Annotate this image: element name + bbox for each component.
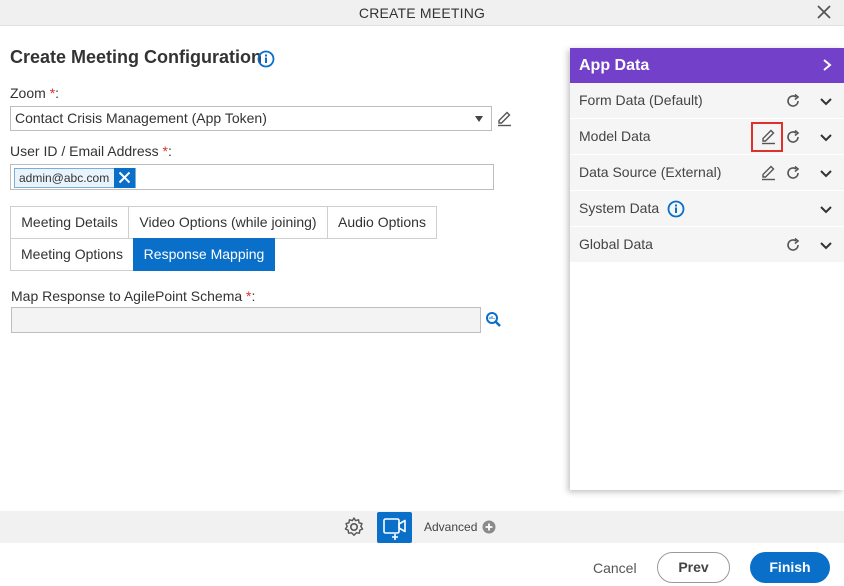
dialog-titlebar: CREATE MEETING — [0, 0, 844, 26]
footer-toolbar — [0, 511, 844, 543]
chip-remove-button[interactable] — [114, 168, 136, 188]
search-icon[interactable] — [485, 311, 502, 328]
edit-icon[interactable] — [760, 164, 777, 181]
row-label: Model Data — [579, 128, 651, 144]
chevron-down-icon[interactable] — [819, 203, 833, 217]
zoom-label: Zoom *: — [10, 85, 60, 101]
tab-video-options[interactable]: Video Options (while joining) — [128, 206, 328, 239]
app-data-row-system-data[interactable]: System Data — [570, 191, 844, 227]
info-icon[interactable] — [257, 50, 275, 68]
map-response-input[interactable] — [11, 307, 481, 333]
plus-circle-icon[interactable] — [482, 520, 496, 534]
page-title: Create Meeting Configuration — [10, 47, 263, 67]
chevron-down-icon[interactable] — [819, 239, 833, 253]
chevron-down-icon[interactable] — [819, 131, 833, 145]
edit-icon[interactable] — [760, 128, 777, 145]
advanced-label[interactable]: Advanced — [424, 520, 477, 534]
app-data-row-global-data[interactable]: Global Data — [570, 227, 844, 263]
user-chip: admin@abc.com — [14, 168, 137, 188]
user-id-input[interactable]: admin@abc.com — [10, 164, 494, 190]
row-label: Data Source (External) — [579, 164, 722, 180]
chevron-down-icon[interactable] — [819, 167, 833, 181]
create-meeting-button[interactable] — [377, 512, 412, 543]
refresh-icon[interactable] — [785, 237, 801, 253]
gear-icon[interactable] — [343, 516, 365, 538]
dialog-title: CREATE MEETING — [358, 5, 486, 21]
chevron-down-icon — [475, 116, 483, 122]
app-data-row-model-data[interactable]: Model Data — [570, 119, 844, 155]
finish-button[interactable]: Finish — [750, 552, 830, 583]
tab-meeting-options[interactable]: Meeting Options — [10, 238, 134, 271]
row-label: Form Data (Default) — [579, 92, 703, 108]
refresh-icon[interactable] — [785, 129, 801, 145]
app-data-row-form-data[interactable]: Form Data (Default) — [570, 83, 844, 119]
user-chip-label: admin@abc.com — [19, 171, 110, 185]
cancel-button[interactable]: Cancel — [593, 560, 637, 576]
app-data-panel: App Data Form Data (Default) Model Data — [570, 48, 844, 490]
chevron-down-icon[interactable] — [819, 95, 833, 109]
map-response-label: Map Response to AgilePoint Schema *: — [11, 288, 256, 304]
refresh-icon[interactable] — [785, 165, 801, 181]
row-label: System Data — [579, 200, 660, 216]
app-data-title: App Data — [579, 57, 650, 74]
zoom-select[interactable]: Contact Crisis Management (App Token) — [10, 106, 492, 131]
zoom-select-value: Contact Crisis Management (App Token) — [15, 110, 267, 126]
tab-response-mapping[interactable]: Response Mapping — [133, 238, 275, 271]
app-data-header[interactable]: App Data — [570, 48, 844, 83]
close-icon — [119, 171, 131, 184]
tab-audio-options[interactable]: Audio Options — [327, 206, 437, 239]
info-icon[interactable] — [667, 200, 685, 218]
edit-icon[interactable] — [496, 110, 513, 127]
row-label: Global Data — [579, 236, 653, 252]
refresh-icon[interactable] — [785, 93, 801, 109]
prev-button[interactable]: Prev — [657, 552, 730, 583]
close-icon[interactable] — [816, 4, 832, 20]
chevron-right-icon[interactable] — [820, 58, 834, 72]
user-id-label: User ID / Email Address *: — [10, 143, 172, 159]
app-data-row-data-source[interactable]: Data Source (External) — [570, 155, 844, 191]
video-add-icon — [383, 518, 406, 540]
tab-meeting-details[interactable]: Meeting Details — [10, 206, 129, 239]
